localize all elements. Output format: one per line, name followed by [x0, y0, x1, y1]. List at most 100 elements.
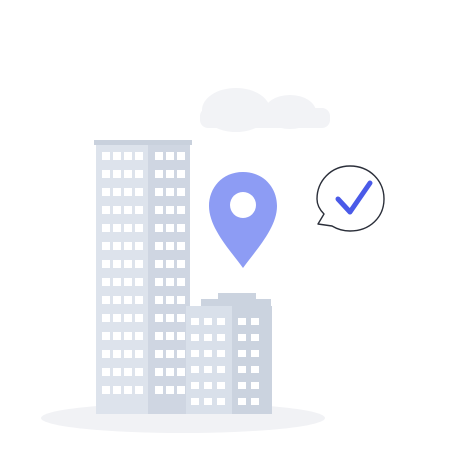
window — [113, 332, 121, 340]
window — [177, 350, 185, 358]
window — [177, 206, 185, 214]
window — [102, 260, 110, 268]
window — [135, 152, 143, 160]
window — [166, 170, 174, 178]
window — [155, 242, 163, 250]
window — [124, 242, 132, 250]
window — [135, 296, 143, 304]
window — [102, 314, 110, 322]
window — [217, 366, 225, 373]
window — [177, 368, 185, 376]
window — [177, 278, 185, 286]
window — [155, 386, 163, 394]
window — [238, 398, 246, 405]
window — [177, 296, 185, 304]
window — [124, 260, 132, 268]
window — [113, 260, 121, 268]
window — [238, 350, 246, 357]
window — [155, 350, 163, 358]
window — [113, 224, 121, 232]
window — [155, 170, 163, 178]
window — [166, 296, 174, 304]
window — [135, 224, 143, 232]
window — [135, 206, 143, 214]
window — [113, 296, 121, 304]
window — [135, 368, 143, 376]
window — [135, 188, 143, 196]
window — [251, 350, 259, 357]
window — [155, 296, 163, 304]
window — [135, 314, 143, 322]
window — [166, 368, 174, 376]
window — [191, 366, 199, 373]
checkmark-bubble-icon — [316, 165, 385, 232]
window — [166, 278, 174, 286]
window — [166, 386, 174, 394]
window — [238, 334, 246, 341]
window — [155, 260, 163, 268]
window — [102, 368, 110, 376]
window — [251, 382, 259, 389]
window — [155, 332, 163, 340]
window — [177, 260, 185, 268]
window — [155, 278, 163, 286]
window — [124, 386, 132, 394]
window — [217, 382, 225, 389]
window — [102, 242, 110, 250]
window — [113, 386, 121, 394]
window — [191, 334, 199, 341]
empty-state-illustration — [0, 0, 471, 476]
buildings-illustration — [41, 88, 385, 433]
window — [124, 170, 132, 178]
window — [124, 278, 132, 286]
window — [251, 366, 259, 373]
tall-office-tower — [94, 140, 192, 414]
window — [177, 188, 185, 196]
window — [135, 242, 143, 250]
window — [102, 152, 110, 160]
window — [102, 188, 110, 196]
window — [191, 398, 199, 405]
window — [124, 368, 132, 376]
window — [166, 152, 174, 160]
window — [204, 318, 212, 325]
window — [251, 334, 259, 341]
window — [166, 242, 174, 250]
window — [124, 188, 132, 196]
window — [238, 366, 246, 373]
window — [217, 318, 225, 325]
window — [102, 332, 110, 340]
window — [217, 350, 225, 357]
window — [177, 314, 185, 322]
window — [177, 224, 185, 232]
window — [166, 314, 174, 322]
window — [155, 188, 163, 196]
window — [102, 170, 110, 178]
window — [155, 206, 163, 214]
window — [177, 170, 185, 178]
window — [204, 366, 212, 373]
window — [113, 206, 121, 214]
window — [113, 350, 121, 358]
window — [238, 382, 246, 389]
window — [113, 368, 121, 376]
window — [113, 278, 121, 286]
window — [217, 398, 225, 405]
window — [124, 224, 132, 232]
window — [177, 332, 185, 340]
window — [155, 224, 163, 232]
window — [191, 382, 199, 389]
window — [124, 152, 132, 160]
window — [166, 206, 174, 214]
window — [113, 170, 121, 178]
window — [113, 242, 121, 250]
window — [124, 314, 132, 322]
window — [135, 386, 143, 394]
window — [204, 334, 212, 341]
window — [135, 170, 143, 178]
window — [191, 318, 199, 325]
window — [166, 260, 174, 268]
window — [177, 242, 185, 250]
window — [166, 332, 174, 340]
window — [102, 206, 110, 214]
